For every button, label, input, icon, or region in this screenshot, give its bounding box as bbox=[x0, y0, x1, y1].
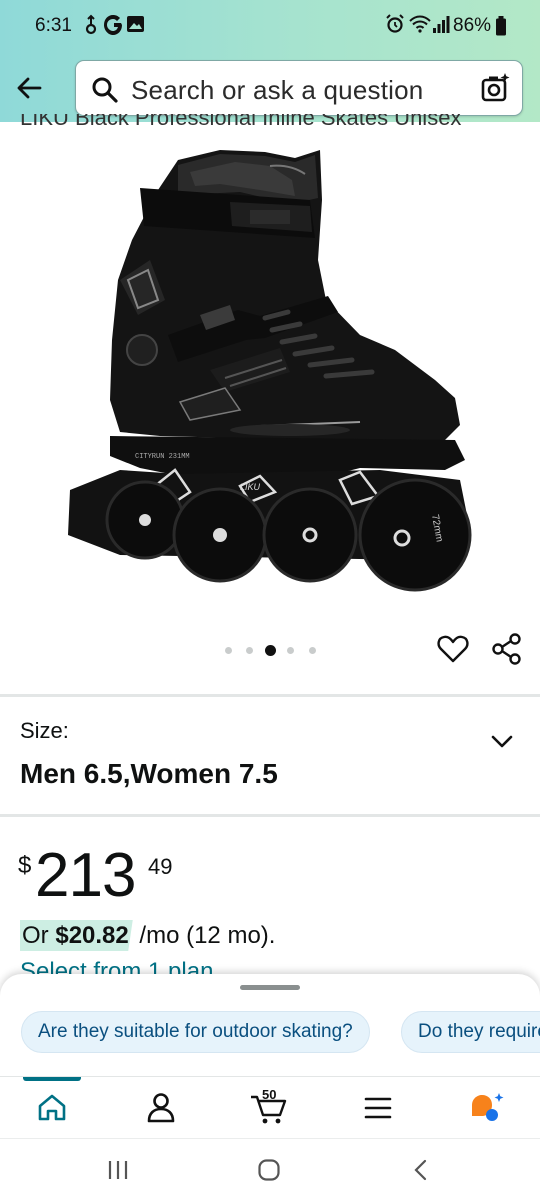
menu-icon[interactable] bbox=[358, 1091, 398, 1125]
carousel-dot[interactable] bbox=[225, 647, 232, 654]
size-selector[interactable]: Size: Men 6.5,Women 7.5 bbox=[0, 698, 540, 814]
usb-icon bbox=[85, 14, 97, 35]
home-circle-icon[interactable] bbox=[257, 1159, 281, 1181]
question-chip[interactable]: Do they require bbox=[401, 1011, 540, 1053]
monthly-payment: Or $20.82 /mo (12 mo). bbox=[20, 920, 276, 956]
price-fraction: 49 bbox=[148, 854, 173, 879]
monthly-amount: $20.82 bbox=[55, 922, 129, 949]
wifi-icon bbox=[409, 15, 431, 33]
signal-icon bbox=[433, 16, 450, 33]
battery-icon bbox=[496, 16, 506, 36]
cart-button[interactable]: 50 bbox=[248, 1087, 288, 1125]
home-icon[interactable] bbox=[32, 1091, 72, 1125]
carousel-dot[interactable] bbox=[309, 647, 316, 654]
back-arrow-icon[interactable] bbox=[10, 68, 50, 108]
search-row: Search or ask a question bbox=[0, 58, 540, 118]
price-currency: $ bbox=[18, 852, 32, 879]
recents-icon[interactable] bbox=[106, 1159, 130, 1181]
heart-icon[interactable] bbox=[436, 632, 470, 666]
status-bar: 6:31 86% bbox=[0, 0, 540, 52]
chevron-down-icon[interactable] bbox=[490, 734, 514, 750]
bottom-nav: 50 bbox=[0, 1076, 540, 1138]
google-g-icon bbox=[104, 15, 122, 35]
sheet-drag-handle[interactable] bbox=[240, 985, 300, 990]
system-back-icon[interactable] bbox=[410, 1159, 434, 1181]
divider bbox=[0, 694, 540, 697]
product-title: LIKU Black Professional Inline Skates Un… bbox=[20, 114, 462, 130]
questions-sheet: Are they suitable for outdoor skating? D… bbox=[0, 974, 540, 1076]
size-label: Size: bbox=[20, 718, 69, 743]
search-placeholder: Search or ask a question bbox=[131, 75, 424, 105]
search-icon bbox=[92, 77, 118, 103]
active-tab-indicator bbox=[23, 1077, 81, 1081]
search-input[interactable]: Search or ask a question bbox=[75, 60, 523, 116]
product-image[interactable]: CITYRUN 231MM LIKU 72mm bbox=[60, 140, 480, 610]
rufus-icon[interactable] bbox=[468, 1091, 508, 1125]
cart-count: 50 bbox=[262, 1087, 277, 1102]
image-carousel-dots[interactable] bbox=[221, 643, 321, 657]
status-time: 6:31 bbox=[35, 15, 72, 36]
camera-search-icon[interactable] bbox=[481, 73, 511, 103]
battery-percent: 86% bbox=[453, 15, 492, 36]
monthly-highlight: Or $20.82 bbox=[20, 920, 133, 951]
alarm-icon bbox=[386, 14, 404, 33]
top-header: 6:31 86% Search or ask a question bbox=[0, 0, 540, 122]
carousel-dot[interactable] bbox=[246, 647, 253, 654]
system-nav-bar bbox=[0, 1138, 540, 1200]
account-icon[interactable] bbox=[141, 1091, 181, 1125]
share-icon[interactable] bbox=[490, 632, 524, 666]
size-value: Men 6.5,Women 7.5 bbox=[20, 758, 278, 789]
question-chip[interactable]: Are they suitable for outdoor skating? bbox=[21, 1011, 370, 1053]
svg-text:LIKU: LIKU bbox=[240, 482, 261, 492]
gallery-icon bbox=[127, 16, 144, 32]
price-whole: 213 bbox=[35, 841, 136, 910]
carousel-dot-active[interactable] bbox=[265, 645, 276, 656]
svg-text:CITYRUN 231MM: CITYRUN 231MM bbox=[135, 453, 190, 461]
skate-wheels: 72mm bbox=[105, 478, 472, 592]
carousel-dot[interactable] bbox=[287, 647, 294, 654]
divider bbox=[0, 814, 540, 817]
monthly-term: /mo (12 mo). bbox=[132, 922, 276, 949]
